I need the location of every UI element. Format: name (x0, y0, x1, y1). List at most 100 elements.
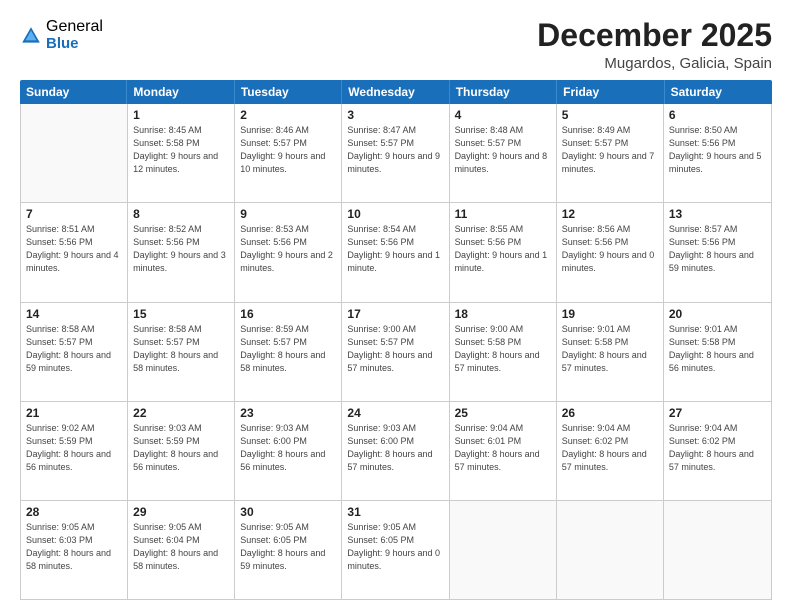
calendar-cell: 21 Sunrise: 9:02 AMSunset: 5:59 PMDayligh… (21, 402, 128, 500)
calendar-cell: 26 Sunrise: 9:04 AMSunset: 6:02 PMDayligh… (557, 402, 664, 500)
calendar-cell: 12 Sunrise: 8:56 AMSunset: 5:56 PMDayligh… (557, 203, 664, 301)
cell-day-number: 23 (240, 406, 336, 420)
cell-day-number: 3 (347, 108, 443, 122)
cell-detail: Sunrise: 8:49 AMSunset: 5:57 PMDaylight:… (562, 124, 658, 176)
cell-detail: Sunrise: 9:02 AMSunset: 5:59 PMDaylight:… (26, 422, 122, 474)
calendar-cell: 29 Sunrise: 9:05 AMSunset: 6:04 PMDayligh… (128, 501, 235, 599)
cell-day-number: 15 (133, 307, 229, 321)
header-day-tuesday: Tuesday (235, 80, 342, 104)
calendar-cell: 24 Sunrise: 9:03 AMSunset: 6:00 PMDayligh… (342, 402, 449, 500)
cell-detail: Sunrise: 9:05 AMSunset: 6:05 PMDaylight:… (240, 521, 336, 573)
calendar: SundayMondayTuesdayWednesdayThursdayFrid… (20, 80, 772, 600)
title-month: December 2025 (537, 18, 772, 53)
calendar-cell: 11 Sunrise: 8:55 AMSunset: 5:56 PMDayligh… (450, 203, 557, 301)
cell-day-number: 2 (240, 108, 336, 122)
cell-day-number: 26 (562, 406, 658, 420)
cell-detail: Sunrise: 9:00 AMSunset: 5:58 PMDaylight:… (455, 323, 551, 375)
calendar-cell (450, 501, 557, 599)
calendar-body: 1Sunrise: 8:45 AMSunset: 5:58 PMDaylight… (20, 104, 772, 600)
header-day-wednesday: Wednesday (342, 80, 449, 104)
cell-day-number: 7 (26, 207, 122, 221)
cell-detail: Sunrise: 8:56 AMSunset: 5:56 PMDaylight:… (562, 223, 658, 275)
calendar-cell: 6 Sunrise: 8:50 AMSunset: 5:56 PMDaylight… (664, 104, 771, 202)
cell-day-number: 22 (133, 406, 229, 420)
cell-detail: Sunrise: 8:59 AMSunset: 5:57 PMDaylight:… (240, 323, 336, 375)
cell-day-number: 8 (133, 207, 229, 221)
cell-detail: Sunrise: 9:00 AMSunset: 5:57 PMDaylight:… (347, 323, 443, 375)
cell-day-number: 17 (347, 307, 443, 321)
cell-detail: Sunrise: 9:05 AMSunset: 6:05 PMDaylight:… (347, 521, 443, 573)
cell-detail: Sunrise: 8:48 AMSunset: 5:57 PMDaylight:… (455, 124, 551, 176)
cell-day-number: 31 (347, 505, 443, 519)
cell-detail: Sunrise: 9:01 AMSunset: 5:58 PMDaylight:… (669, 323, 766, 375)
cell-day-number: 24 (347, 406, 443, 420)
calendar-cell: 20 Sunrise: 9:01 AMSunset: 5:58 PMDayligh… (664, 303, 771, 401)
calendar-cell: 17 Sunrise: 9:00 AMSunset: 5:57 PMDayligh… (342, 303, 449, 401)
cell-day-number: 20 (669, 307, 766, 321)
calendar-cell (557, 501, 664, 599)
cell-day-number: 27 (669, 406, 766, 420)
cell-detail: Sunrise: 8:55 AMSunset: 5:56 PMDaylight:… (455, 223, 551, 275)
calendar-row-4: 21 Sunrise: 9:02 AMSunset: 5:59 PMDayligh… (21, 402, 771, 501)
calendar-cell: 22Sunrise: 9:03 AMSunset: 5:59 PMDayligh… (128, 402, 235, 500)
calendar-cell: 7 Sunrise: 8:51 AMSunset: 5:56 PMDaylight… (21, 203, 128, 301)
title-location: Mugardos, Galicia, Spain (537, 55, 772, 72)
logo-text: General Blue (46, 18, 103, 52)
cell-day-number: 12 (562, 207, 658, 221)
cell-day-number: 9 (240, 207, 336, 221)
cell-detail: Sunrise: 8:50 AMSunset: 5:56 PMDaylight:… (669, 124, 766, 176)
calendar-cell: 2 Sunrise: 8:46 AMSunset: 5:57 PMDaylight… (235, 104, 342, 202)
header-day-saturday: Saturday (665, 80, 772, 104)
header-day-friday: Friday (557, 80, 664, 104)
cell-day-number: 13 (669, 207, 766, 221)
calendar-cell: 18Sunrise: 9:00 AMSunset: 5:58 PMDayligh… (450, 303, 557, 401)
logo-general: General (46, 18, 103, 36)
calendar-cell: 13 Sunrise: 8:57 AMSunset: 5:56 PMDayligh… (664, 203, 771, 301)
calendar-cell: 4 Sunrise: 8:48 AMSunset: 5:57 PMDaylight… (450, 104, 557, 202)
cell-day-number: 25 (455, 406, 551, 420)
calendar-cell: 3 Sunrise: 8:47 AMSunset: 5:57 PMDaylight… (342, 104, 449, 202)
cell-detail: Sunrise: 8:46 AMSunset: 5:57 PMDaylight:… (240, 124, 336, 176)
calendar-cell: 9Sunrise: 8:53 AMSunset: 5:56 PMDaylight… (235, 203, 342, 301)
header: General Blue December 2025 Mugardos, Gal… (20, 18, 772, 72)
calendar-cell: 30 Sunrise: 9:05 AMSunset: 6:05 PMDayligh… (235, 501, 342, 599)
cell-detail: Sunrise: 8:58 AMSunset: 5:57 PMDaylight:… (26, 323, 122, 375)
cell-day-number: 4 (455, 108, 551, 122)
cell-detail: Sunrise: 9:04 AMSunset: 6:02 PMDaylight:… (562, 422, 658, 474)
cell-detail: Sunrise: 8:52 AMSunset: 5:56 PMDaylight:… (133, 223, 229, 275)
calendar-cell: 19Sunrise: 9:01 AMSunset: 5:58 PMDayligh… (557, 303, 664, 401)
calendar-cell (664, 501, 771, 599)
header-day-sunday: Sunday (20, 80, 127, 104)
cell-day-number: 10 (347, 207, 443, 221)
title-block: December 2025 Mugardos, Galicia, Spain (537, 18, 772, 72)
cell-detail: Sunrise: 8:51 AMSunset: 5:56 PMDaylight:… (26, 223, 122, 275)
cell-day-number: 21 (26, 406, 122, 420)
cell-detail: Sunrise: 8:47 AMSunset: 5:57 PMDaylight:… (347, 124, 443, 176)
calendar-cell: 28Sunrise: 9:05 AMSunset: 6:03 PMDayligh… (21, 501, 128, 599)
cell-day-number: 5 (562, 108, 658, 122)
calendar-row-2: 7 Sunrise: 8:51 AMSunset: 5:56 PMDaylight… (21, 203, 771, 302)
calendar-cell (21, 104, 128, 202)
cell-detail: Sunrise: 9:03 AMSunset: 6:00 PMDaylight:… (240, 422, 336, 474)
cell-day-number: 29 (133, 505, 229, 519)
calendar-cell: 5 Sunrise: 8:49 AMSunset: 5:57 PMDaylight… (557, 104, 664, 202)
cell-detail: Sunrise: 9:03 AMSunset: 6:00 PMDaylight:… (347, 422, 443, 474)
cell-day-number: 30 (240, 505, 336, 519)
cell-detail: Sunrise: 9:04 AMSunset: 6:02 PMDaylight:… (669, 422, 766, 474)
cell-day-number: 11 (455, 207, 551, 221)
cell-day-number: 16 (240, 307, 336, 321)
cell-detail: Sunrise: 9:05 AMSunset: 6:04 PMDaylight:… (133, 521, 229, 573)
cell-day-number: 28 (26, 505, 122, 519)
calendar-cell: 8 Sunrise: 8:52 AMSunset: 5:56 PMDaylight… (128, 203, 235, 301)
cell-detail: Sunrise: 9:04 AMSunset: 6:01 PMDaylight:… (455, 422, 551, 474)
cell-day-number: 6 (669, 108, 766, 122)
cell-detail: Sunrise: 8:57 AMSunset: 5:56 PMDaylight:… (669, 223, 766, 275)
calendar-cell: 27 Sunrise: 9:04 AMSunset: 6:02 PMDayligh… (664, 402, 771, 500)
cell-detail: Sunrise: 8:54 AMSunset: 5:56 PMDaylight:… (347, 223, 443, 275)
calendar-cell: 31 Sunrise: 9:05 AMSunset: 6:05 PMDayligh… (342, 501, 449, 599)
page: General Blue December 2025 Mugardos, Gal… (0, 0, 792, 612)
calendar-cell: 23 Sunrise: 9:03 AMSunset: 6:00 PMDayligh… (235, 402, 342, 500)
calendar-cell: 10 Sunrise: 8:54 AMSunset: 5:56 PMDayligh… (342, 203, 449, 301)
cell-detail: Sunrise: 8:45 AMSunset: 5:58 PMDaylight:… (133, 124, 229, 176)
calendar-cell: 25 Sunrise: 9:04 AMSunset: 6:01 PMDayligh… (450, 402, 557, 500)
